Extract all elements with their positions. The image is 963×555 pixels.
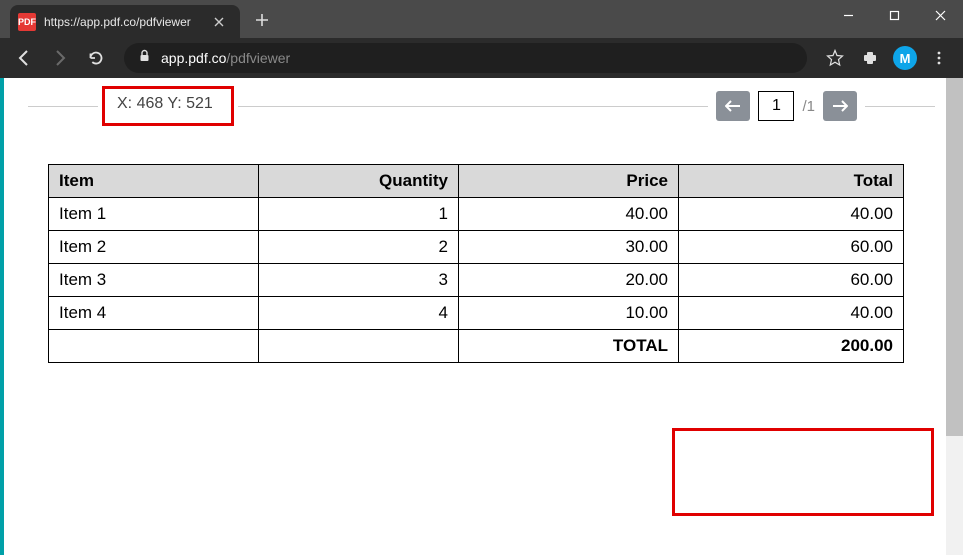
cell-total: 40.00 [679,297,904,330]
profile-avatar[interactable]: M [893,46,917,70]
new-tab-button[interactable] [248,6,276,34]
url-input[interactable]: app.pdf.co/pdfviewer [124,43,807,73]
bookmark-star-icon[interactable] [821,44,849,72]
prev-page-button[interactable] [716,91,750,121]
coordinates-display: X: 468 Y: 521 [102,86,234,126]
rule-right [865,106,935,107]
page-number-input[interactable] [758,91,794,121]
address-bar: app.pdf.co/pdfviewer M [0,38,963,78]
cell-price: 10.00 [459,297,679,330]
cell-item: Item 1 [49,198,259,231]
url-path: /pdfviewer [226,50,290,66]
cell-total: 60.00 [679,264,904,297]
cell-item: Item 2 [49,231,259,264]
url-text: app.pdf.co/pdfviewer [161,50,290,66]
left-accent-stripe [0,78,4,555]
reload-button[interactable] [82,44,110,72]
extensions-icon[interactable] [857,44,885,72]
back-button[interactable] [10,44,38,72]
close-tab-icon[interactable] [210,13,228,31]
cell-total-value: 200.00 [679,330,904,363]
cell-qty: 1 [259,198,459,231]
cell-qty: 2 [259,231,459,264]
table-row: Item 1 1 40.00 40.00 [49,198,904,231]
pager: /1 [716,91,857,121]
tab-title: https://app.pdf.co/pdfviewer [44,15,202,29]
viewer-toolbar: X: 468 Y: 521 /1 [28,86,935,126]
cell-empty [49,330,259,363]
cell-total: 40.00 [679,198,904,231]
cell-price: 30.00 [459,231,679,264]
vertical-scrollbar[interactable] [946,78,963,555]
browser-tab[interactable]: PDF https://app.pdf.co/pdfviewer [10,5,240,38]
table-total-row: TOTAL 200.00 [49,330,904,363]
lock-icon [138,49,151,67]
next-page-button[interactable] [823,91,857,121]
window-minimize-button[interactable] [825,0,871,30]
profile-initial: M [900,51,911,66]
cell-price: 40.00 [459,198,679,231]
forward-button[interactable] [46,44,74,72]
cell-total: 60.00 [679,231,904,264]
page-total-label: /1 [802,98,815,115]
table-header-row: Item Quantity Price Total [49,165,904,198]
cell-empty [259,330,459,363]
rule-mid [238,106,709,107]
invoice-table: Item Quantity Price Total Item 1 1 40.00… [48,164,904,363]
cell-item: Item 3 [49,264,259,297]
window-titlebar: PDF https://app.pdf.co/pdfviewer [0,0,963,38]
url-host: app.pdf.co [161,50,226,66]
cell-qty: 4 [259,297,459,330]
viewer-content: X: 468 Y: 521 /1 Item Quantity Price Tot… [0,78,963,555]
window-close-button[interactable] [917,0,963,30]
favicon-icon: PDF [18,13,36,31]
cell-item: Item 4 [49,297,259,330]
cell-price: 20.00 [459,264,679,297]
table-row: Item 3 3 20.00 60.00 [49,264,904,297]
menu-icon[interactable] [925,44,953,72]
window-maximize-button[interactable] [871,0,917,30]
col-price: Price [459,165,679,198]
table-row: Item 2 2 30.00 60.00 [49,231,904,264]
cell-total-label: TOTAL [459,330,679,363]
table-row: Item 4 4 10.00 40.00 [49,297,904,330]
cell-qty: 3 [259,264,459,297]
highlight-box [672,428,934,516]
scrollbar-thumb[interactable] [946,78,963,436]
col-item: Item [49,165,259,198]
rule-left [28,106,98,107]
col-quantity: Quantity [259,165,459,198]
col-total: Total [679,165,904,198]
